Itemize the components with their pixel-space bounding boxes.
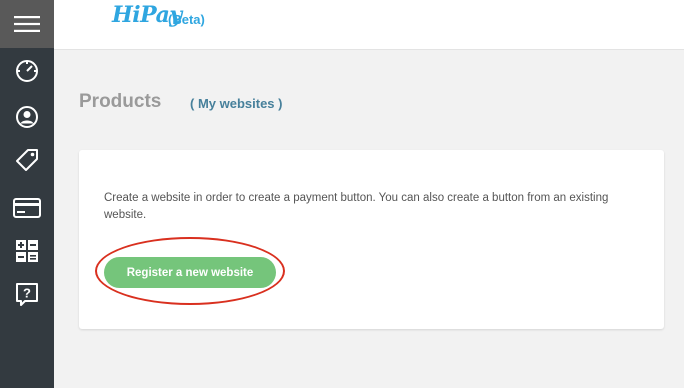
help-icon: ? [16,283,38,306]
nav-profile[interactable] [0,97,54,137]
nav-dashboard[interactable] [0,51,54,91]
my-websites-link[interactable]: ( My websites ) [190,96,282,111]
card-icon [13,198,41,218]
user-icon [16,106,38,128]
beta-label: (Beta) [168,12,205,27]
nav-payments[interactable] [0,188,54,228]
dashboard-icon [16,60,38,82]
calculator-icon [16,240,38,262]
page-title: Products [79,91,162,112]
register-website-button[interactable]: Register a new website [104,257,276,288]
menu-button[interactable] [0,0,54,48]
card-description: Create a website in order to create a pa… [104,192,609,221]
products-card: Create a website in order to create a pa… [79,150,664,329]
nav-calculator[interactable] [0,231,54,271]
tag-icon [16,149,38,171]
nav-help[interactable]: ? [0,275,54,315]
top-bar: HiPay (Beta) [54,0,684,50]
nav-products[interactable] [0,140,54,180]
svg-text:?: ? [23,286,31,301]
sidebar: ? [0,0,54,388]
hamburger-icon [14,16,40,32]
